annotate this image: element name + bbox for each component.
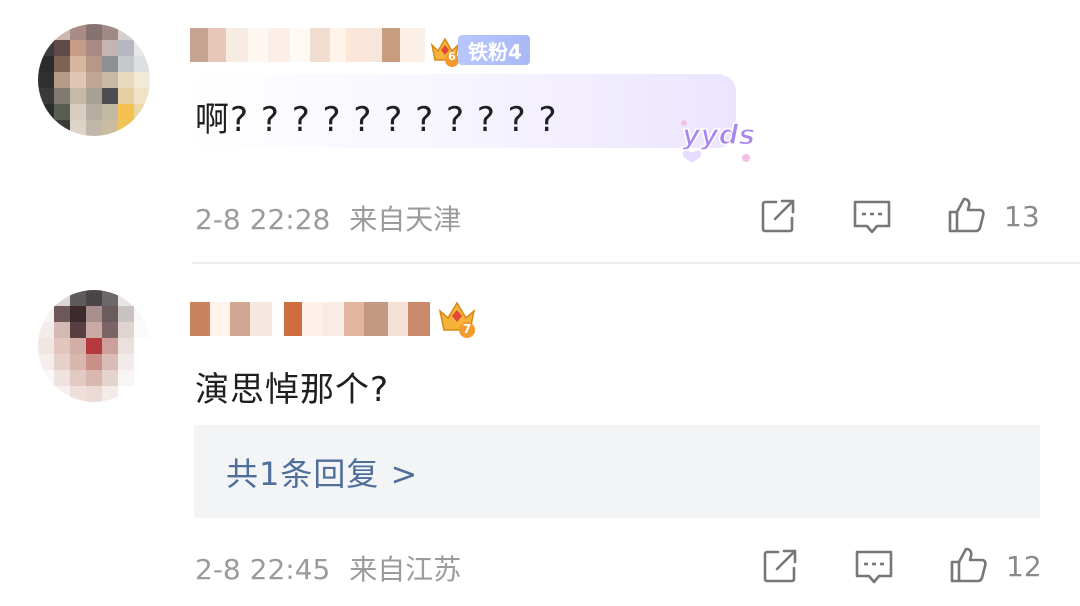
comment-meta: 2-8 22:45 来自江苏: [195, 548, 461, 588]
comment-time: 2-8 22:45: [195, 553, 331, 586]
like-icon[interactable]: [948, 545, 988, 585]
comment-location: 来自江苏: [349, 553, 462, 586]
avatar[interactable]: [38, 290, 150, 402]
username-blurred[interactable]: [190, 302, 430, 336]
view-replies-button[interactable]: 共1条回复 >: [194, 425, 1040, 518]
crown-level: 7: [462, 322, 472, 336]
share-icon[interactable]: [760, 546, 800, 586]
comment-icon[interactable]: [854, 547, 894, 587]
crown-badge[interactable]: 7: [436, 297, 478, 339]
comment-item: 7 演思悼那个? 共1条回复 > 2-8 22:45 来自江苏 12: [0, 0, 1080, 586]
like-count: 12: [1006, 550, 1042, 583]
comment-text[interactable]: 演思悼那个?: [195, 362, 389, 411]
replies-label[interactable]: 共1条回复 >: [226, 449, 418, 495]
